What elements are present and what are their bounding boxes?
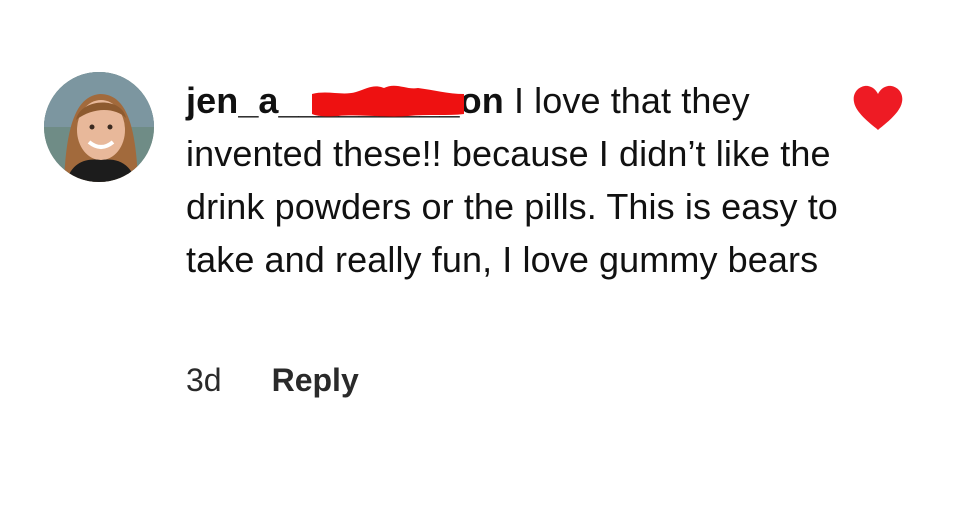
comment-meta: 3d Reply bbox=[186, 362, 359, 399]
reply-button[interactable]: Reply bbox=[272, 362, 359, 399]
username-container[interactable]: jen_a_________on bbox=[186, 74, 504, 127]
comment-body: jen_a_________on I love that they invent… bbox=[186, 74, 846, 286]
comment: jen_a_________on I love that they invent… bbox=[0, 0, 958, 509]
avatar[interactable] bbox=[44, 72, 154, 182]
heart-icon[interactable] bbox=[852, 84, 904, 132]
profile-photo-icon bbox=[44, 72, 154, 182]
comment-age: 3d bbox=[186, 362, 222, 398]
redaction-mark bbox=[312, 85, 464, 117]
